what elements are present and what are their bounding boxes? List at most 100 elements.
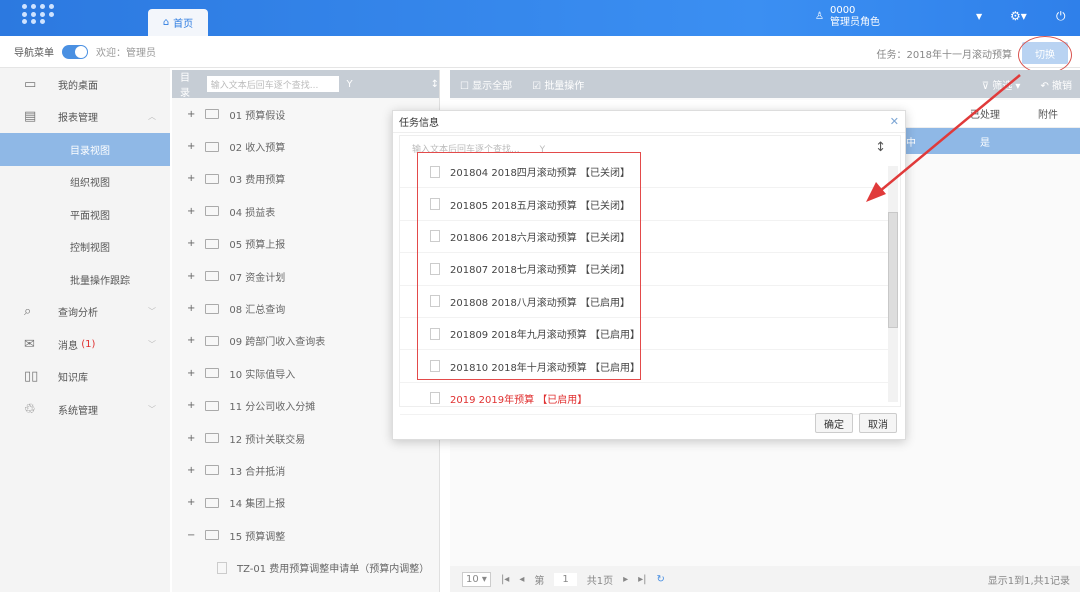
folder-icon (205, 530, 220, 541)
sidebar-item-system[interactable]: ♲ 系统管理 ﹀ (0, 393, 170, 426)
expand-icon[interactable]: + (187, 497, 195, 508)
expand-icon[interactable]: + (187, 465, 195, 476)
tree-node[interactable]: +14 集团上报 (172, 487, 439, 519)
expand-icon[interactable]: + (187, 433, 195, 444)
batch-button[interactable]: ☑ 批量操作 (532, 77, 584, 92)
sidebar-sub-org[interactable]: 组织视图 (0, 166, 170, 199)
annotation-circle (1018, 36, 1072, 74)
sidebar-item-desktop[interactable]: ▭ 我的桌面 (0, 68, 170, 101)
tree-node-label: 02 收入预算 (229, 143, 286, 155)
sidebar-label: 查询分析 (58, 308, 98, 320)
annotation-box (417, 152, 641, 380)
document-icon (430, 392, 440, 405)
current-task: 任务：2018年十一月滚动预算 (876, 50, 1012, 61)
chevron-down-icon: ﹀ (148, 339, 156, 349)
sidebar-label: 报表管理 (58, 113, 98, 125)
monitor-icon: ▭ (24, 76, 37, 92)
nav-menu-label: 导航菜单 (14, 48, 54, 59)
tree-node-label: 09 跨部门收入查询表 (229, 337, 326, 349)
sidebar-item-knowledge[interactable]: ▯▯ 知识库 (0, 361, 170, 394)
folder-icon (205, 465, 220, 476)
tab-home[interactable]: ⌂ 首页 (148, 9, 208, 36)
expand-icon[interactable]: + (187, 238, 195, 249)
page-input[interactable]: 1 (554, 572, 577, 586)
expand-icon[interactable]: + (187, 271, 195, 282)
task-item[interactable]: 2019 2019年预算 【已启用】 (400, 383, 890, 416)
users-gear-icon: ♲ (24, 401, 36, 417)
first-page-icon[interactable]: |◂ (501, 574, 509, 585)
expand-icon[interactable]: + (187, 206, 195, 217)
prev-page-icon[interactable]: ◂ (519, 574, 524, 585)
cancel-button[interactable]: 取消 (859, 413, 897, 433)
book-icon: ▯▯ (24, 369, 39, 385)
folder-icon (205, 400, 220, 411)
show-all-label: 显示全部 (472, 80, 513, 92)
tree-search-input[interactable]: 输入文本后回车逐个查找... (206, 76, 339, 92)
tree-node-label: 15 预算调整 (229, 531, 286, 543)
folder-icon (205, 206, 220, 217)
welcome-text: 欢迎：管理员 (96, 48, 156, 59)
scrollbar-thumb[interactable] (888, 212, 898, 328)
last-page-icon[interactable]: ▸| (638, 574, 646, 585)
sidebar-item-reports[interactable]: ▤ 报表管理 ︿ (0, 101, 170, 134)
expand-icon[interactable]: + (187, 335, 195, 346)
sidebar-sub-control[interactable]: 控制视图 (0, 231, 170, 264)
message-badge: (1) (81, 338, 96, 350)
next-page-icon[interactable]: ▸ (623, 574, 628, 585)
chevron-down-icon: ﹀ (148, 307, 156, 317)
ok-button[interactable]: 确定 (815, 413, 853, 433)
sidebar-sub-batch[interactable]: 批量操作跟踪 (0, 263, 170, 296)
folder-icon (205, 368, 220, 379)
batch-label: 批量操作 (544, 80, 585, 92)
undo-label: 撤销 (1052, 80, 1072, 92)
folder-icon (205, 238, 220, 249)
page-prefix: 第 (534, 575, 545, 587)
folder-icon (205, 433, 220, 444)
page-size-select[interactable]: 10 ▾ (462, 571, 491, 587)
show-all-checkbox[interactable]: ☐ 显示全部 (460, 77, 512, 92)
app-logo (22, 4, 58, 26)
folder-icon (205, 271, 220, 282)
gear-icon[interactable]: ⚙▾ (1010, 9, 1027, 23)
dialog-title: 任务信息 (393, 111, 905, 133)
expand-icon[interactable]: + (187, 303, 195, 314)
sort-icon[interactable]: ↕ (431, 79, 439, 90)
pagination: 10 ▾ |◂ ◂ 第 1 共1页 ▸ ▸| ↻ 显示1到1,共1记录 (450, 566, 1080, 592)
sidebar-label: 我的桌面 (58, 80, 98, 92)
task-item-label: 2019 2019年预算 【已启用】 (450, 394, 588, 406)
power-icon[interactable]: ⏻ (1056, 9, 1066, 24)
folder-icon (205, 173, 220, 184)
tree-leaf[interactable]: TZ-01 费用预算调整申请单（预算内调整） (172, 551, 439, 583)
user-id: 0000 (829, 5, 856, 16)
user-icon: ♙ (815, 11, 824, 22)
chevron-down-icon: ﹀ (148, 404, 156, 414)
expand-icon[interactable]: + (187, 400, 195, 411)
expand-icon[interactable]: + (187, 141, 195, 152)
search-chart-icon: ⌕ (24, 304, 32, 320)
sidebar-item-query[interactable]: ⌕ 查询分析 ﹀ (0, 296, 170, 329)
filter-icon[interactable]: Y (347, 79, 353, 90)
expand-icon[interactable]: + (187, 173, 195, 184)
tree-node-label: 13 合并抵消 (229, 466, 286, 478)
document-icon (217, 561, 227, 574)
nav-menu-toggle[interactable] (62, 44, 88, 59)
tree-node[interactable]: +13 合并抵消 (172, 454, 439, 486)
refresh-icon[interactable]: ↻ (657, 574, 665, 585)
sidebar-sub-flat[interactable]: 平面视图 (0, 198, 170, 231)
tree-node-label: 04 损益表 (229, 207, 276, 219)
tree-node[interactable]: − 15 预算调整 (172, 519, 439, 551)
folder-icon (205, 335, 220, 346)
dropdown-icon[interactable]: ▼ (976, 12, 982, 21)
expand-icon[interactable]: + (187, 109, 195, 120)
user-info[interactable]: ♙ 0000 管理员角色 (815, 5, 880, 29)
tab-home-label: 首页 (173, 19, 194, 30)
sidebar-label: 知识库 (58, 373, 88, 385)
tree-node-label: 10 实际值导入 (229, 369, 296, 381)
sidebar-item-messages[interactable]: ✉ 消息 (1) ﹀ (0, 328, 170, 361)
collapse-icon[interactable]: − (187, 530, 195, 541)
undo-button[interactable]: ↶ 撤销 (1040, 77, 1072, 92)
sidebar: ▭ 我的桌面 ▤ 报表管理 ︿ 目录视图 组织视图 平面视图 控制视图 批量操作跟踪 … (0, 68, 170, 592)
col-attach: 附件 (1038, 110, 1058, 121)
expand-icon[interactable]: + (187, 368, 195, 379)
sidebar-sub-catalog[interactable]: 目录视图 (0, 133, 170, 166)
